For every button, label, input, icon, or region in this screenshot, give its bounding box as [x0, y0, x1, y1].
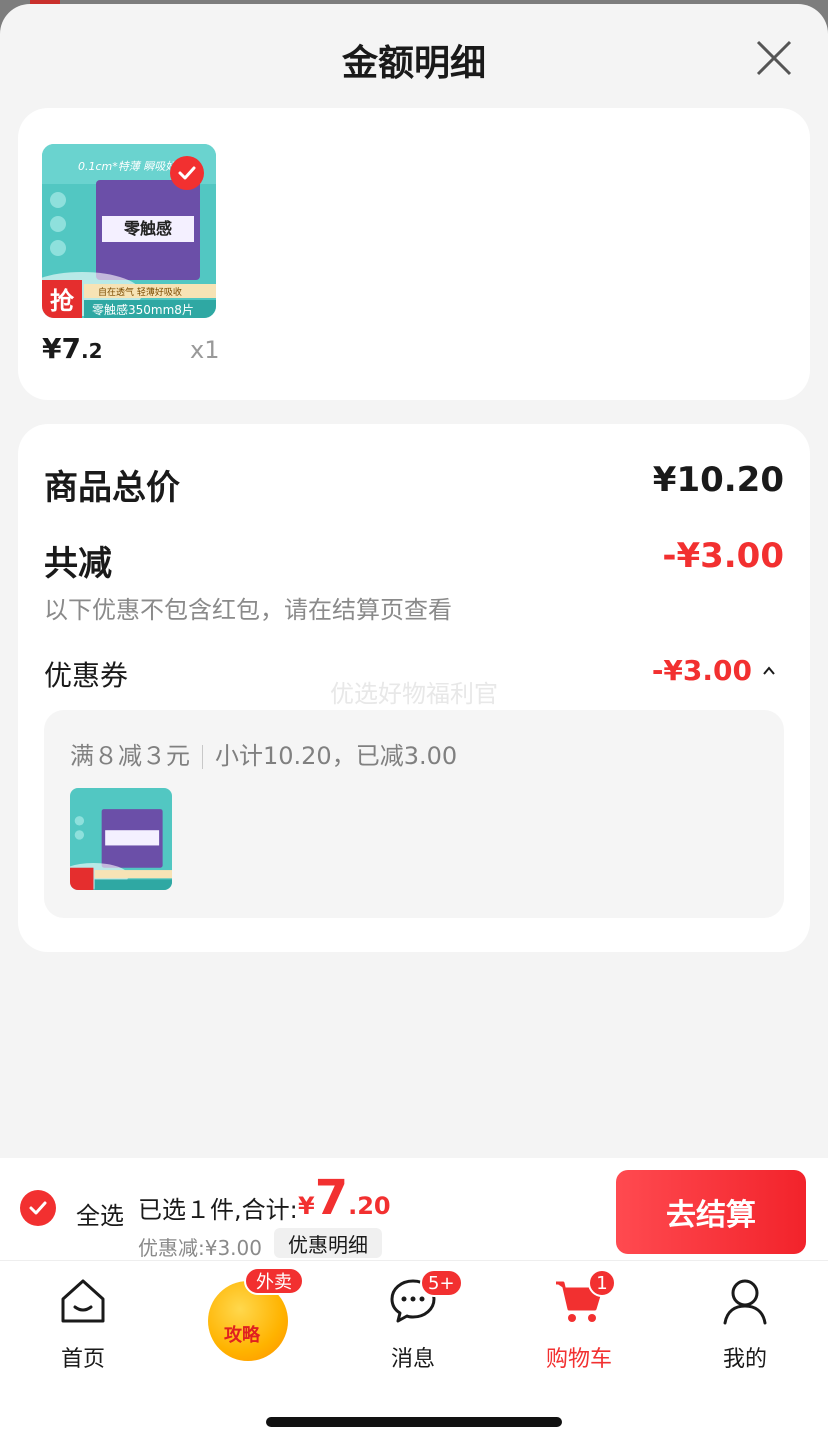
user-icon: [723, 1279, 767, 1325]
product-card: 零触感 抢 自在透气 轻薄好吸收 零触感350mm8片 0.1cm*特薄 瞬吸好…: [18, 108, 810, 400]
selected-count-text: 已选１件,合计:: [138, 1196, 298, 1224]
checkout-button[interactable]: 去结算: [616, 1170, 806, 1254]
product-selected-check[interactable]: [170, 156, 204, 190]
messages-badge: 5+: [420, 1269, 463, 1297]
tab-cart[interactable]: 购物车 1: [524, 1269, 634, 1373]
coupon-description: 满８减３元 小计10.20，已减3.00: [70, 736, 457, 771]
tab-mine[interactable]: 我的: [690, 1275, 800, 1373]
total-price-value: ¥10.20: [652, 460, 784, 500]
coupon-subtotal: 小计10.20，已减3.00: [215, 742, 458, 770]
promo-badge: 外卖: [244, 1267, 304, 1295]
tab-cart-label: 购物车: [545, 1347, 612, 1372]
checkout-bar: 全选 已选１件,合计: ¥7.20 优惠减:¥3.00 优惠明细 去结算: [0, 1158, 828, 1260]
product-thumbnail[interactable]: 零触感 抢 自在透气 轻薄好吸收 零触感350mm8片 0.1cm*特薄 瞬吸好…: [42, 144, 216, 318]
product-price-cents: .2: [80, 339, 103, 363]
thumb-spec: 零触感350mm8片: [92, 302, 194, 317]
thumb-product-name: 零触感: [123, 219, 172, 238]
home-icon: [61, 1279, 105, 1323]
tab-messages[interactable]: 消息 5+: [358, 1269, 468, 1373]
price-summary-card: 商品总价 ¥10.20 共减 -¥3.00 以下优惠不包含红包，请在结算页查看 …: [18, 424, 810, 952]
divider: [202, 745, 203, 769]
product-price: ¥7.2: [42, 332, 102, 365]
coupon-rule: 满８减３元: [70, 742, 190, 770]
total-currency: ¥: [298, 1192, 315, 1220]
tab-home-label: 首页: [60, 1347, 105, 1372]
total-decimal: .20: [348, 1192, 391, 1220]
total-reduce-value: -¥3.00: [662, 536, 784, 576]
tab-promo-label: 攻略: [224, 1325, 260, 1346]
product-image: [70, 788, 172, 890]
checkmark-icon: [29, 1201, 47, 1215]
coupon-detail-box: 满８减３元 小计10.20，已减3.00: [44, 710, 784, 918]
coupon-value: -¥3.00: [651, 654, 752, 687]
tab-messages-label: 消息: [390, 1347, 435, 1372]
select-all-checkbox[interactable]: [20, 1190, 56, 1226]
product-quantity: x1: [190, 336, 220, 364]
product-price-main: ¥7: [42, 332, 81, 365]
discount-note: 以下优惠不包含红包，请在结算页查看: [44, 596, 452, 624]
amount-detail-sheet: 金额明细 零触感 抢 自在透气 轻薄好吸收 零触感350mm8片 0.1cm*特…: [0, 4, 828, 1438]
tab-mine-label: 我的: [722, 1347, 767, 1372]
total-price-label: 商品总价: [44, 468, 180, 508]
coupon-toggle[interactable]: -¥3.00: [652, 654, 776, 687]
close-button[interactable]: [754, 38, 794, 78]
chevron-up-icon: [763, 665, 775, 675]
discount-amount: 优惠减:¥3.00: [138, 1236, 262, 1260]
sheet-header: 金额明细: [0, 4, 828, 108]
select-all-label[interactable]: 全选: [76, 1196, 124, 1231]
bottom-tab-bar: 首页 攻略 外卖 消息 5+ 购物车 1 我的: [0, 1260, 828, 1438]
tab-home[interactable]: 首页: [28, 1275, 138, 1373]
total-reduce-label: 共减: [44, 544, 112, 584]
thumb-grab-tag: 抢: [50, 287, 75, 315]
home-indicator: [266, 1417, 562, 1427]
thumb-slogan: 自在透气 轻薄好吸收: [98, 286, 182, 298]
checkmark-icon: [178, 166, 196, 180]
coupon-product-thumbnail: [70, 788, 172, 890]
total-integer: 7: [314, 1170, 349, 1226]
close-icon: [756, 40, 792, 76]
sheet-title: 金额明细: [341, 43, 486, 84]
total-amount: ¥7.20: [298, 1170, 391, 1226]
cart-badge: 1: [588, 1269, 616, 1297]
discount-detail-button[interactable]: 优惠明细: [274, 1228, 382, 1258]
